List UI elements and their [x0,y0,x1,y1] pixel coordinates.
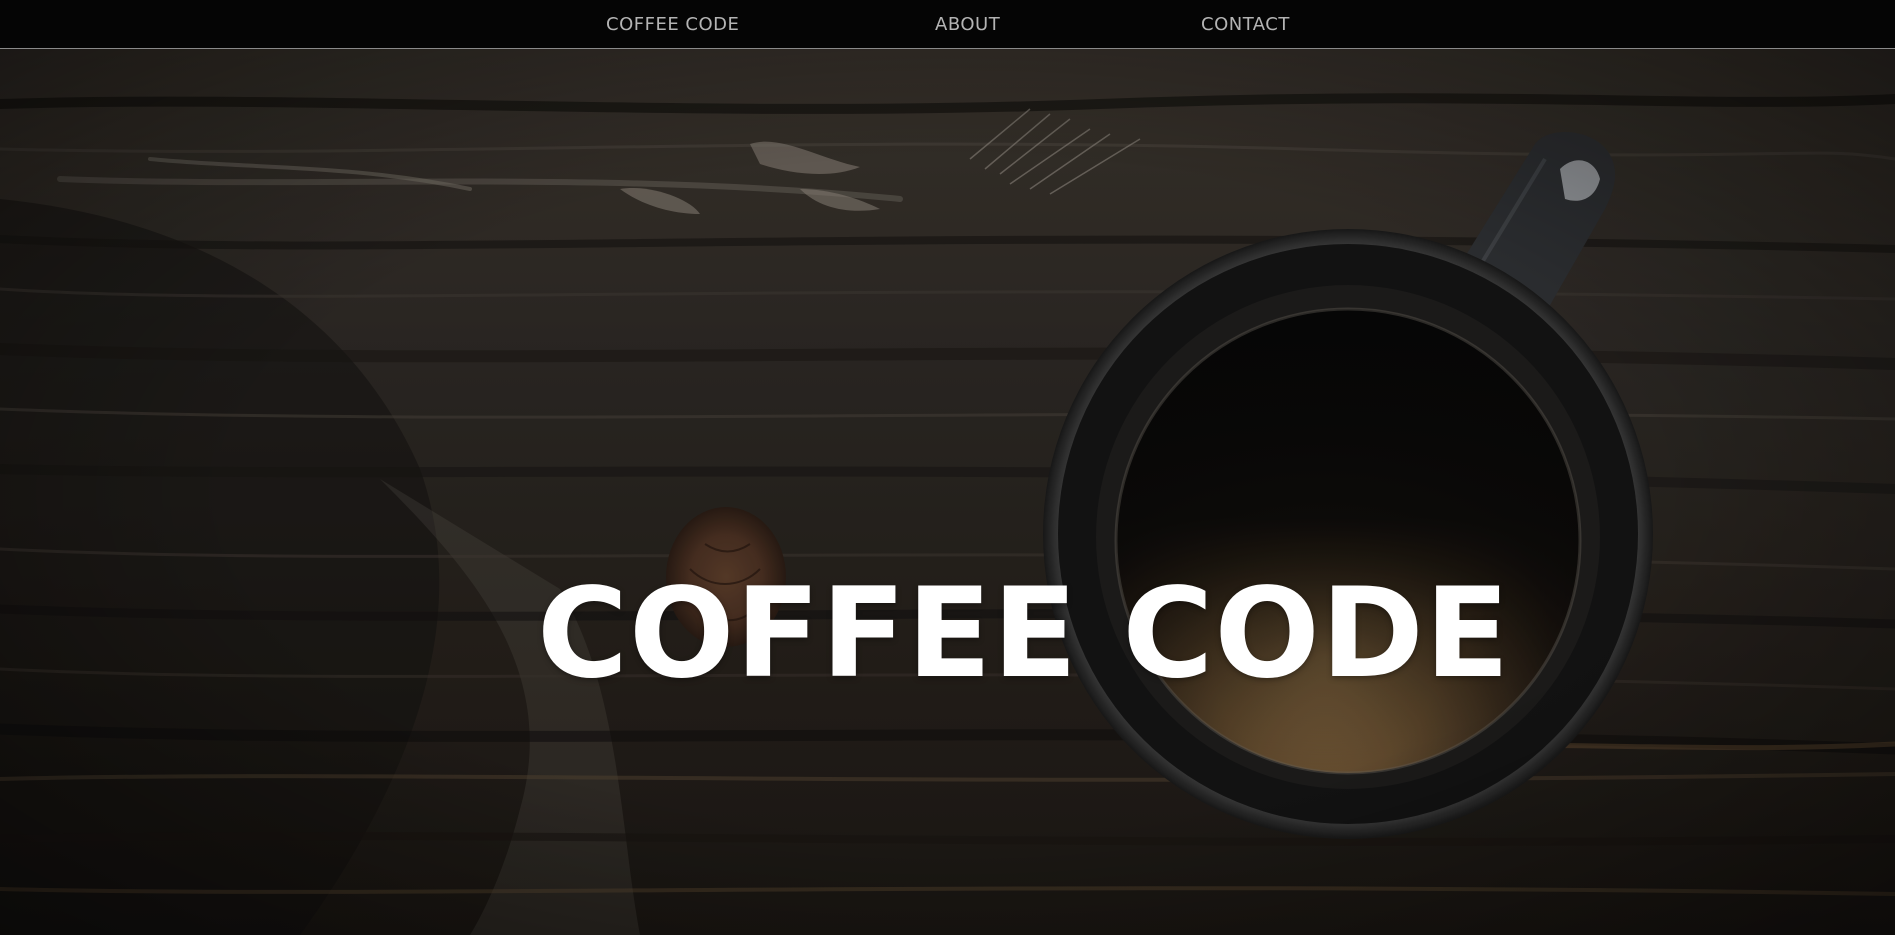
hero-section: COFFEE CODE [0,49,1895,935]
nav-link-contact[interactable]: CONTACT [1201,0,1290,48]
hero-background-image [0,49,1895,935]
hero-title: COFFEE CODE [537,562,1511,707]
nav-link-about[interactable]: ABOUT [935,0,1000,48]
top-navbar: COFFEE CODE ABOUT CONTACT [0,0,1895,49]
nav-link-brand[interactable]: COFFEE CODE [606,0,739,48]
